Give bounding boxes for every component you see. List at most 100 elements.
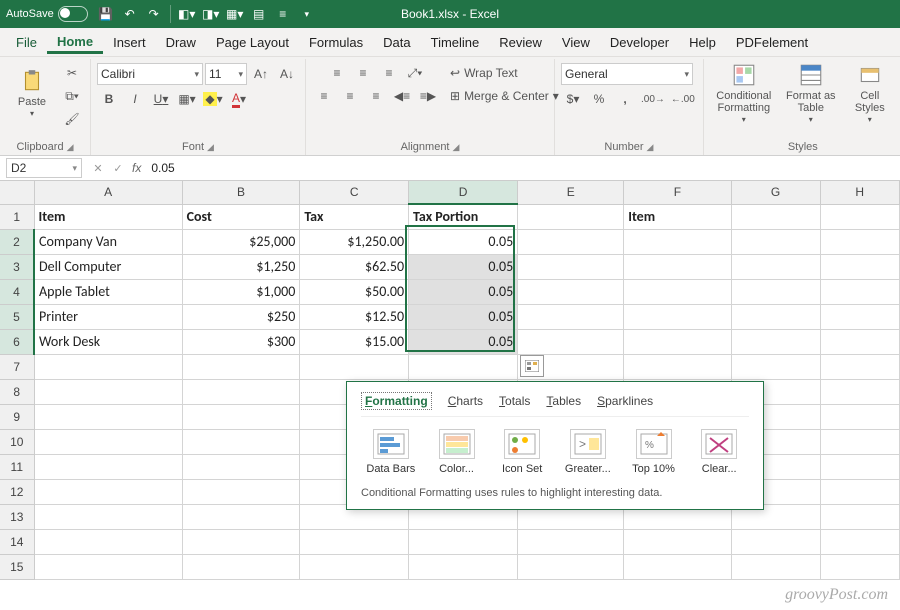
undo-button[interactable]: ↶ [118,3,142,25]
cell-C2[interactable]: $1,250.00 [300,230,409,255]
cell-H13[interactable] [820,505,900,530]
cell-F7[interactable] [624,355,731,380]
cell-B3[interactable]: $1,250 [182,255,300,280]
cell-D15[interactable] [409,555,518,580]
qa-option-iconset[interactable]: Icon Set [492,429,552,475]
cell-E15[interactable] [518,555,624,580]
cut-button[interactable]: ✂ [60,63,84,83]
qat-btn-1[interactable]: ◧▾ [175,3,199,25]
align-right-button[interactable]: ≡ [364,86,388,106]
cell-A4[interactable]: Apple Tablet [34,280,182,305]
row-header-15[interactable]: 15 [0,555,34,580]
cell-D14[interactable] [409,530,518,555]
cell-C1[interactable]: Tax [300,204,409,230]
tab-view[interactable]: View [552,31,600,54]
qa-option-top[interactable]: %Top 10% [624,429,684,475]
col-header-F[interactable]: F [624,181,731,204]
redo-button[interactable]: ↷ [142,3,166,25]
select-all-corner[interactable] [0,181,34,204]
cell-G2[interactable] [731,230,820,255]
cell-A5[interactable]: Printer [34,305,182,330]
underline-button[interactable]: U▾ [149,89,173,109]
cell-G4[interactable] [731,280,820,305]
cell-H14[interactable] [820,530,900,555]
cell-F5[interactable] [624,305,731,330]
cell-C15[interactable] [300,555,409,580]
cell-A7[interactable] [34,355,182,380]
tab-page-layout[interactable]: Page Layout [206,31,299,54]
cell-B12[interactable] [182,480,300,505]
cell-H3[interactable] [820,255,900,280]
cell-A14[interactable] [34,530,182,555]
col-header-B[interactable]: B [182,181,300,204]
save-button[interactable]: 💾 [94,3,118,25]
cancel-fx-button[interactable]: ✕ [88,162,108,175]
qat-btn-2[interactable]: ◨▾ [199,3,223,25]
col-header-G[interactable]: G [731,181,820,204]
qa-tab-charts[interactable]: Charts [448,392,483,410]
cell-F1[interactable]: Item [624,204,731,230]
cell-G1[interactable] [731,204,820,230]
row-header-8[interactable]: 8 [0,380,34,405]
cell-A11[interactable] [34,455,182,480]
cell-B15[interactable] [182,555,300,580]
cell-F2[interactable] [624,230,731,255]
orientation-button[interactable]: ⤢▾ [403,63,427,83]
bold-button[interactable]: B [97,89,121,109]
qat-btn-3[interactable]: ▦▾ [223,3,247,25]
decrease-decimal-button[interactable]: ←.00 [669,89,697,109]
col-header-A[interactable]: A [34,181,182,204]
cell-D3[interactable]: 0.05 [409,255,518,280]
cell-E3[interactable] [518,255,624,280]
cell-F3[interactable] [624,255,731,280]
col-header-E[interactable]: E [518,181,624,204]
row-header-7[interactable]: 7 [0,355,34,380]
qa-option-databars[interactable]: Data Bars [361,429,421,475]
tab-review[interactable]: Review [489,31,552,54]
row-header-14[interactable]: 14 [0,530,34,555]
tab-data[interactable]: Data [373,31,420,54]
wrap-text-button[interactable]: ↩ Wrap Text [448,63,562,83]
qat-btn-5[interactable]: ≡ [271,3,295,25]
qa-tab-formatting[interactable]: Formatting [361,392,432,410]
tab-home[interactable]: Home [47,30,103,54]
cell-B10[interactable] [182,430,300,455]
align-middle-button[interactable]: ≡ [351,63,375,83]
enter-fx-button[interactable]: ✓ [108,162,128,175]
row-header-3[interactable]: 3 [0,255,34,280]
formula-input[interactable]: 0.05 [145,161,900,175]
currency-button[interactable]: $▾ [561,89,585,109]
cell-E6[interactable] [518,330,624,355]
increase-decimal-button[interactable]: .00→ [639,89,667,109]
cell-D6[interactable]: 0.05 [409,330,518,355]
cell-B1[interactable]: Cost [182,204,300,230]
cell-H1[interactable] [820,204,900,230]
cell-D5[interactable]: 0.05 [409,305,518,330]
percent-button[interactable]: % [587,89,611,109]
cell-C5[interactable]: $12.50 [300,305,409,330]
cell-D2[interactable]: 0.05 [409,230,518,255]
cell-B6[interactable]: $300 [182,330,300,355]
qa-option-clear[interactable]: Clear... [689,429,749,475]
cell-C4[interactable]: $50.00 [300,280,409,305]
border-button[interactable]: ▦▾ [175,89,199,109]
cell-H7[interactable] [820,355,900,380]
align-top-button[interactable]: ≡ [325,63,349,83]
row-header-4[interactable]: 4 [0,280,34,305]
font-size-combo[interactable]: 11▾ [205,63,247,85]
cell-B8[interactable] [182,380,300,405]
qat-more[interactable]: ▾ [295,3,319,25]
format-painter-button[interactable]: 🖌 [60,109,84,129]
cell-H6[interactable] [820,330,900,355]
cell-G5[interactable] [731,305,820,330]
cell-B4[interactable]: $1,000 [182,280,300,305]
cell-G6[interactable] [731,330,820,355]
cell-A8[interactable] [34,380,182,405]
toggle-off-icon[interactable] [58,6,88,22]
cell-E4[interactable] [518,280,624,305]
qat-btn-4[interactable]: ▤ [247,3,271,25]
cell-H10[interactable] [820,430,900,455]
cell-F4[interactable] [624,280,731,305]
cell-D7[interactable] [409,355,518,380]
cell-D1[interactable]: Tax Portion [409,204,518,230]
